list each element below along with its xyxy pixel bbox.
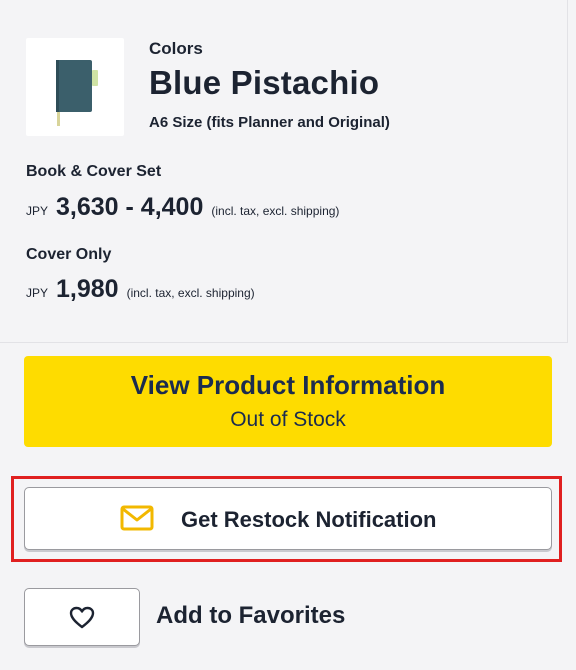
cover-only-label: Cover Only <box>26 246 112 263</box>
currency-label: JPY <box>26 204 49 218</box>
notebook-icon <box>56 60 98 126</box>
product-summary-card: Colors Blue Pistachio A6 Size (fits Plan… <box>0 0 568 343</box>
restock-notification-button[interactable]: Get Restock Notification <box>24 487 552 550</box>
view-product-info-button[interactable]: View Product Information Out of Stock <box>24 356 552 447</box>
product-thumbnail <box>26 38 124 136</box>
price-amount: 3,630 - 4,400 <box>56 193 204 221</box>
price-amount: 1,980 <box>56 275 119 303</box>
out-of-stock-label: Out of Stock <box>230 408 346 431</box>
restock-label: Get Restock Notification <box>181 507 437 532</box>
add-to-favorites-label[interactable]: Add to Favorites <box>156 602 345 630</box>
colors-label: Colors <box>149 39 203 58</box>
size-note: A6 Size (fits Planner and Original) <box>149 114 390 131</box>
add-to-favorites-button[interactable] <box>24 588 140 646</box>
product-panel: Colors Blue Pistachio A6 Size (fits Plan… <box>0 0 576 670</box>
tax-note: (incl. tax, excl. shipping) <box>126 286 255 300</box>
product-name: Blue Pistachio <box>149 64 380 101</box>
view-product-info-label: View Product Information <box>130 370 446 400</box>
tax-note: (incl. tax, excl. shipping) <box>211 204 340 218</box>
book-cover-set-label: Book & Cover Set <box>26 163 162 180</box>
book-cover-set-price: JPY 3,630 - 4,400 (incl. tax, excl. ship… <box>26 193 339 222</box>
currency-label: JPY <box>26 286 49 300</box>
mail-icon <box>120 505 154 531</box>
cover-only-price: JPY 1,980 (incl. tax, excl. shipping) <box>26 275 255 304</box>
heart-icon <box>69 606 95 629</box>
